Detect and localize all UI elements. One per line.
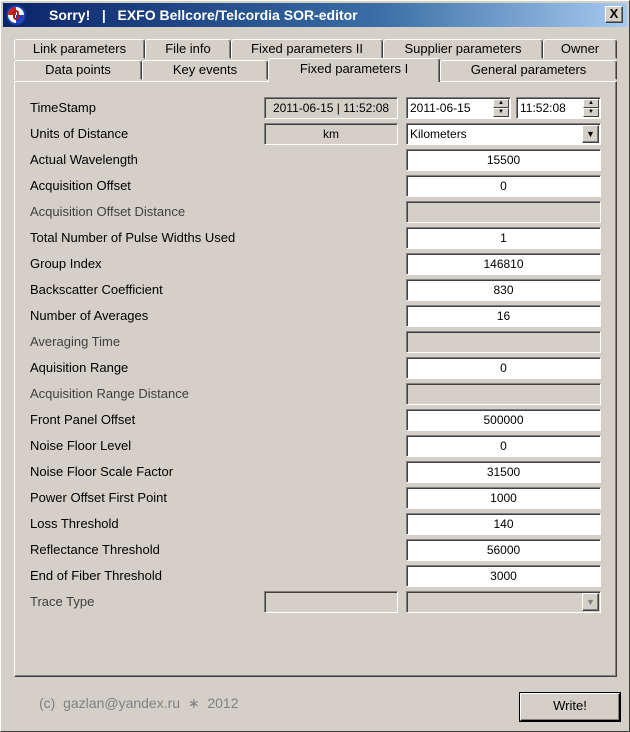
front-panel-offset-input[interactable]: 500000	[406, 409, 601, 431]
field-label: Reflectance Threshold	[30, 542, 160, 557]
date-value: 2011-06-15	[410, 101, 471, 115]
time-picker[interactable]: 11:52:08 ▲ ▼	[516, 97, 601, 119]
backscatter-coefficient-input[interactable]: 830	[406, 279, 601, 301]
chevron-down-icon: ▼	[582, 593, 599, 611]
field-label: End of Fiber Threshold	[30, 568, 162, 583]
tab-data-points[interactable]: Data points	[14, 60, 142, 80]
field-label: Power Offset First Point	[30, 490, 168, 505]
title-bar[interactable]: Sorry! | EXFO Bellcore/Telcordia SOR-edi…	[3, 3, 627, 27]
group-index-input[interactable]: 146810	[406, 253, 601, 275]
time-value: 11:52:08	[520, 101, 566, 115]
field-label: Averaging Time	[30, 334, 121, 349]
app-icon	[6, 5, 26, 25]
tab-fixed-parameters-ii[interactable]: Fixed parameters II	[231, 39, 383, 59]
units-select[interactable]: Kilometers ▼	[406, 123, 601, 145]
tab-key-events[interactable]: Key events	[142, 60, 268, 80]
power-offset-first-point-input[interactable]: 1000	[406, 487, 601, 509]
trace-type-label: Trace Type	[30, 594, 95, 609]
date-spinner[interactable]: ▲ ▼	[493, 99, 509, 117]
noise-floor-scale-factor-input[interactable]: 31500	[406, 461, 601, 483]
field-label: Aquisition Range	[30, 360, 129, 375]
write-button[interactable]: Write!	[520, 693, 620, 721]
field-label: Total Number of Pulse Widths Used	[30, 230, 236, 245]
field-label: Number of Averages	[30, 308, 149, 323]
tab-fixed-parameters-i[interactable]: Fixed parameters I	[268, 58, 440, 82]
tab-file-info[interactable]: File info	[145, 39, 231, 59]
units-label: Units of Distance	[30, 126, 129, 141]
acquisition-range-input[interactable]: 0	[406, 357, 601, 379]
acquisition-offset-input[interactable]: 0	[406, 175, 601, 197]
window-title: Sorry! | EXFO Bellcore/Telcordia SOR-edi…	[49, 7, 358, 23]
timestamp-label: TimeStamp	[30, 100, 96, 115]
end-of-fiber-threshold-input[interactable]: 3000	[406, 565, 601, 587]
copyright-text: (c) gazlan@yandex.ru ∗ 2012	[39, 695, 239, 711]
field-label: Acquisition Offset	[30, 178, 131, 193]
chevron-down-icon[interactable]: ▼	[582, 125, 599, 143]
acquisition-range-distance-input	[406, 383, 601, 405]
field-label: Acquisition Offset Distance	[30, 204, 186, 219]
spin-down-icon[interactable]: ▼	[493, 108, 509, 117]
averaging-time-input	[406, 331, 601, 353]
main-window: Sorry! | EXFO Bellcore/Telcordia SOR-edi…	[0, 0, 630, 732]
units-selected: Kilometers	[410, 127, 467, 141]
spin-up-icon[interactable]: ▲	[493, 99, 509, 108]
field-label: Noise Floor Scale Factor	[30, 464, 174, 479]
tab-link-parameters[interactable]: Link parameters	[14, 39, 145, 59]
field-label: Acquisition Range Distance	[30, 386, 189, 401]
loss-threshold-input[interactable]: 140	[406, 513, 601, 535]
field-label: Noise Floor Level	[30, 438, 132, 453]
spin-down-icon[interactable]: ▼	[583, 108, 599, 117]
date-picker[interactable]: 2011-06-15 ▲ ▼	[406, 97, 511, 119]
trace-type-select: ▼	[406, 591, 601, 613]
units-raw-field: km	[264, 123, 398, 145]
pulse-widths-input[interactable]: 1	[406, 227, 601, 249]
tab-owner[interactable]: Owner	[543, 39, 617, 59]
close-button[interactable]: X	[605, 6, 623, 23]
field-label: Loss Threshold	[30, 516, 119, 531]
actual-wavelength-input[interactable]: 15500	[406, 149, 601, 171]
time-spinner[interactable]: ▲ ▼	[583, 99, 599, 117]
acquisition-offset-distance-input	[406, 201, 601, 223]
tab-supplier-parameters[interactable]: Supplier parameters	[383, 39, 543, 59]
field-label: Backscatter Coefficient	[30, 282, 163, 297]
reflectance-threshold-input[interactable]: 56000	[406, 539, 601, 561]
field-label: Front Panel Offset	[30, 412, 136, 427]
field-label: Actual Wavelength	[30, 152, 138, 167]
field-label: Group Index	[30, 256, 102, 271]
noise-floor-level-input[interactable]: 0	[406, 435, 601, 457]
spin-up-icon[interactable]: ▲	[583, 99, 599, 108]
tab-general-parameters[interactable]: General parameters	[440, 60, 617, 80]
number-of-averages-input[interactable]: 16	[406, 305, 601, 327]
timestamp-raw-field: 2011-06-15 | 11:52:08	[264, 97, 398, 119]
trace-type-raw-field	[264, 591, 398, 613]
